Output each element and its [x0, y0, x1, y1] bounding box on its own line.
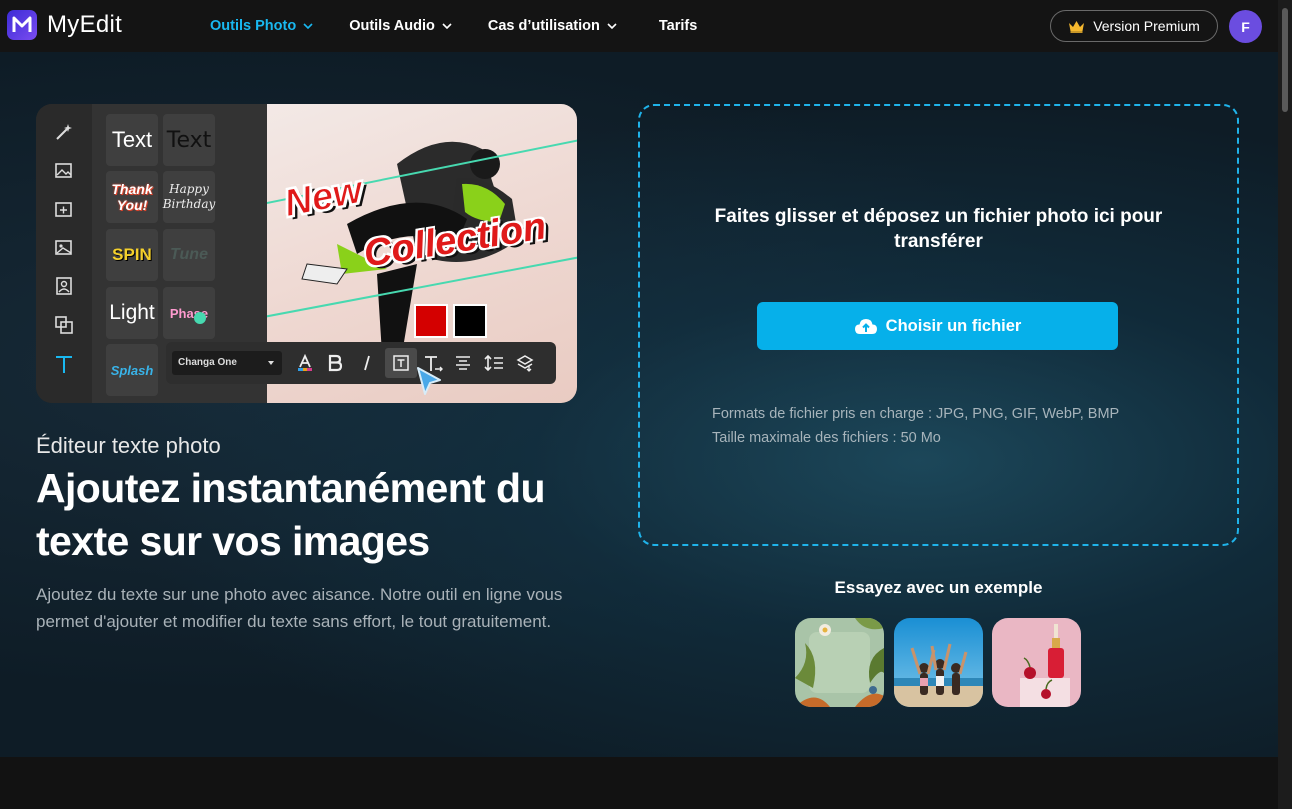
layer-order-icon: [516, 355, 534, 372]
text-style-tile: Text: [106, 114, 158, 166]
tool-description: Ajoutez du texte sur une photo avec aisa…: [36, 585, 563, 631]
portrait-icon: [52, 274, 76, 298]
image-edit-icon: [52, 235, 76, 259]
try-example-label: Essayez avec un exemple: [834, 578, 1043, 597]
text-editor-preview-image: Text Text Thank You! Happy Birthday SPIN…: [36, 104, 577, 403]
layers-icon: [52, 313, 76, 337]
magic-wand-icon: [52, 120, 76, 144]
choose-file-label: Choisir un fichier: [885, 316, 1022, 335]
file-drop-zone[interactable]: Faites glisser et déposez un fichier pho…: [638, 104, 1239, 546]
main-nav: Outils Photo Outils Audio Cas d’utilisat…: [210, 0, 697, 52]
nav-photo-tools-label: Outils Photo: [210, 18, 297, 34]
drop-instructions: Faites glisser et déposez un fichier pho…: [714, 206, 1163, 252]
font-select-value: Changa One: [178, 357, 237, 368]
bold-icon: [328, 354, 343, 372]
nav-audio-tools-label: Outils Audio: [349, 18, 435, 34]
text-format-toolbar: Changa One: [166, 342, 556, 384]
nav-photo-tools[interactable]: Outils Photo: [210, 18, 313, 34]
nav-use-cases-label: Cas d’utilisation: [487, 18, 600, 34]
text-box-icon: [393, 355, 409, 371]
text-style-tile: Text: [163, 114, 215, 166]
crown-icon: [1069, 20, 1085, 33]
text-style-tile: Thank You!: [106, 171, 158, 223]
premium-label: Version Premium: [1093, 18, 1200, 34]
max-file-size: Taille maximale des fichiers : 50 Mo: [712, 430, 941, 446]
user-avatar[interactable]: F: [1229, 10, 1262, 43]
tool-subtitle: Éditeur texte photo: [36, 433, 221, 458]
font-select: Changa One: [172, 351, 282, 375]
italic-icon: [364, 355, 370, 371]
choose-file-button[interactable]: Choisir un fichier: [757, 302, 1118, 350]
page-title: Ajoutez instantanément du texte sur vos …: [36, 465, 546, 564]
color-swatch-red: [414, 304, 448, 338]
text-style-tile: Tune: [163, 229, 215, 281]
supported-formats: Formats de fichier pris en charge : JPG,…: [712, 406, 1120, 422]
preview-tool-sidebar: [36, 104, 92, 403]
text-tool-icon: [52, 352, 76, 376]
text-style-tile: Splash: [106, 344, 158, 396]
color-swatch-black: [453, 304, 487, 338]
nav-use-cases[interactable]: Cas d’utilisation: [488, 18, 617, 34]
text-style-tile: Happy Birthday: [163, 171, 215, 223]
example-image-beach-friends[interactable]: [894, 618, 983, 707]
nav-pricing-label: Tarifs: [658, 18, 698, 34]
nav-pricing[interactable]: Tarifs: [659, 18, 697, 34]
scrollbar-thumb[interactable]: [1282, 8, 1288, 112]
example-image-cosmetics[interactable]: [992, 618, 1081, 707]
caret-down-icon: [268, 361, 274, 365]
chevron-down-icon: [442, 23, 452, 29]
chevron-down-icon: [607, 23, 617, 29]
myedit-logo[interactable]: MyEdit: [7, 10, 122, 40]
image-add-icon: [52, 158, 76, 182]
text-style-tile: Light: [106, 287, 158, 339]
text-style-tile: SPIN: [106, 229, 158, 281]
logo-text: MyEdit: [47, 11, 123, 38]
top-navigation-bar: MyEdit Outils Photo Outils Audio Cas d’u…: [0, 0, 1278, 52]
mouse-cursor-icon: [417, 367, 441, 395]
text-box-button: [385, 348, 417, 378]
text-style-tile: Phase: [163, 287, 215, 339]
image-enhance-icon: [52, 197, 76, 221]
chevron-down-icon: [303, 23, 313, 29]
cloud-upload-icon: [854, 319, 877, 334]
align-center-icon: [456, 356, 470, 370]
page-bottom-band: [0, 757, 1278, 809]
file-requirements: Formats de fichier pris en charge : JPG,…: [712, 402, 1212, 450]
premium-version-button[interactable]: Version Premium: [1050, 10, 1218, 42]
line-spacing-icon: [484, 354, 503, 372]
nav-audio-tools[interactable]: Outils Audio: [349, 18, 452, 34]
text-color-icon: [298, 354, 312, 371]
example-image-floral[interactable]: [795, 618, 884, 707]
page-scrollbar[interactable]: [1278, 0, 1292, 809]
myedit-logo-icon: [7, 10, 37, 40]
selection-handle: [194, 312, 206, 324]
